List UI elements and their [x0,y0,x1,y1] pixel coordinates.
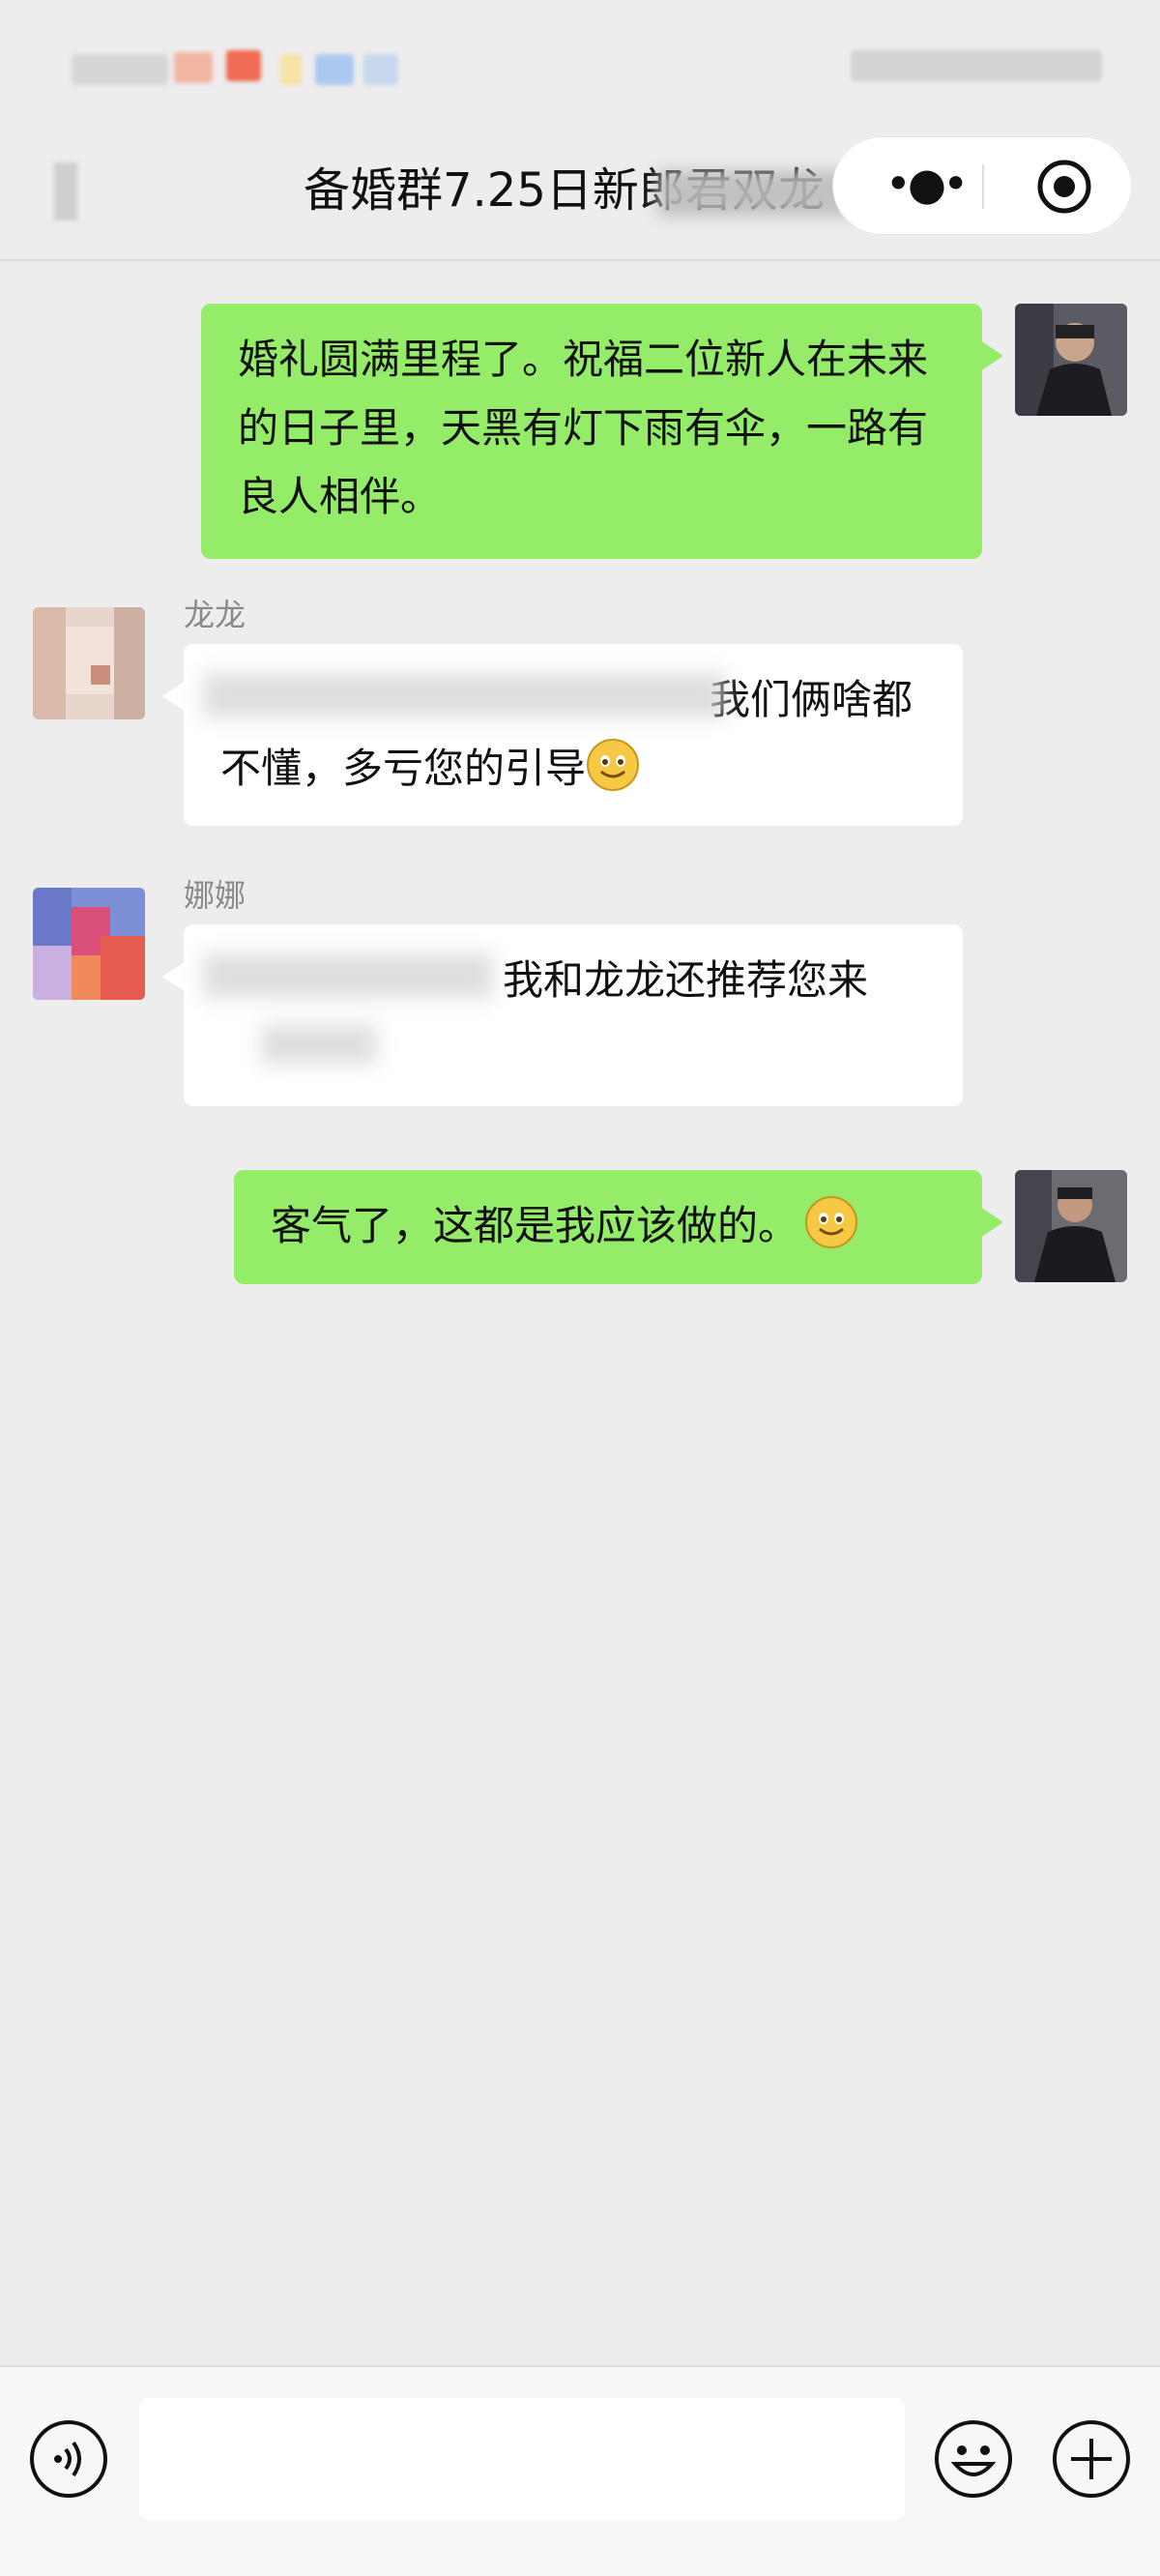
status-icon-blur [363,54,398,85]
avatar[interactable] [33,607,145,719]
status-icon-blur [174,52,213,83]
message-bubble-received: 我和龙龙还推荐您来 [162,924,963,1106]
message-text: 我和龙龙还推荐您来 [503,956,869,1004]
message-text: 客气了，这都是我应该做的。 [271,1202,799,1249]
status-icon-blur [226,50,261,81]
status-right-blur [851,50,1102,81]
target-icon[interactable] [1036,159,1092,215]
smile-emoji [804,1195,858,1249]
chat-header: 备婚群7.25日新郎君双龙 •●• [0,135,1160,261]
redaction-smear [203,673,725,717]
message-bubble-received: 我们俩啥都不懂，多亏您的引导 [162,644,963,826]
add-icon[interactable] [1052,2419,1131,2499]
input-bar [0,2365,1160,2576]
smile-emoji [586,738,640,792]
status-time-blur [72,54,168,85]
message-input[interactable] [139,2398,905,2520]
redaction-smear [261,1025,377,1064]
redaction-smear [203,953,493,998]
message-bubble-sent: 客气了，这都是我应该做的。 [234,1170,1003,1284]
sender-name: 龙龙 [184,597,246,633]
status-icon-blur [280,54,302,85]
back-icon[interactable] [46,159,85,226]
avatar[interactable] [1015,1170,1127,1282]
message-bubble-sent: 婚礼圆满里程了。祝福二位新人在未来的日子里，天黑有灯下雨有伞，一路有良人相伴。 [201,304,1003,559]
avatar[interactable] [1015,304,1127,416]
voice-icon[interactable] [29,2419,108,2499]
more-icon[interactable]: •●• [882,159,969,213]
mini-program-capsule: •●• [833,137,1131,234]
capsule-divider [982,164,984,209]
status-bar [0,0,1160,135]
status-icon-blur [315,54,354,85]
chat-screen: 备婚群7.25日新郎君双龙 •●• 婚礼圆满里程了。祝福二位新人在未来的日子里，… [0,0,1160,2576]
message-text: 婚礼圆满里程了。祝福二位新人在未来的日子里，天黑有灯下雨有伞，一路有良人相伴。 [238,336,929,520]
avatar[interactable] [33,888,145,1000]
sender-name: 娜娜 [184,877,246,914]
emoji-icon[interactable] [934,2419,1013,2499]
